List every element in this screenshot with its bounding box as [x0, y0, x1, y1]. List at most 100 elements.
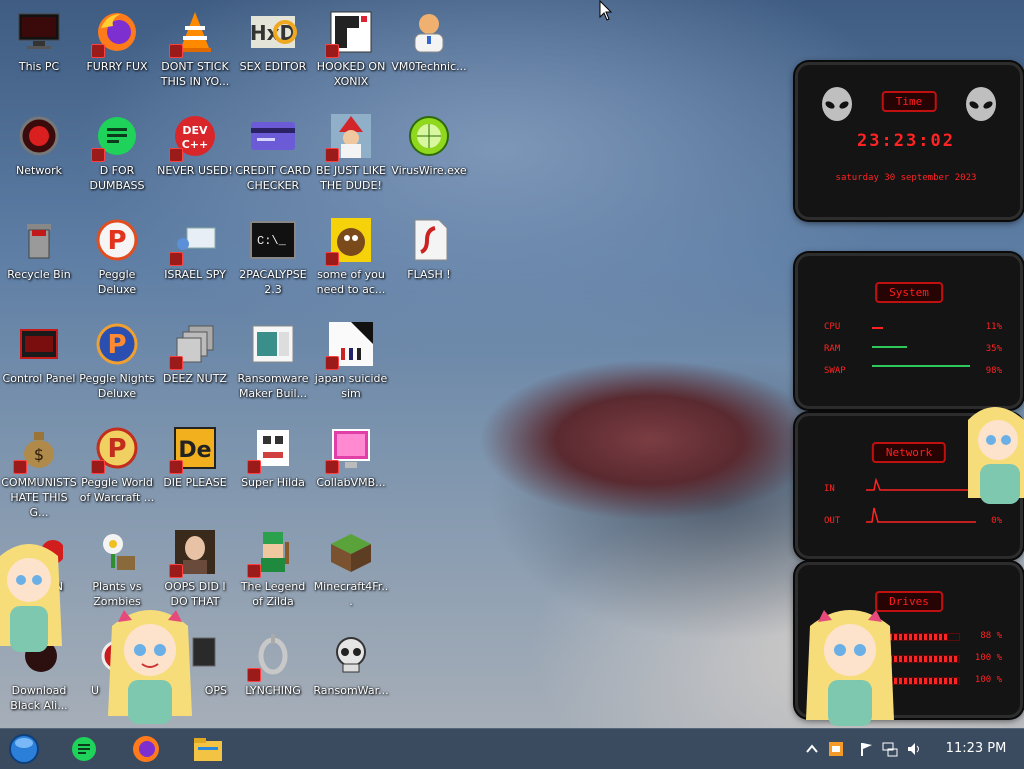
plants-vs-zombies-icon	[93, 528, 141, 576]
desktop-icon-recycle-bin[interactable]: Recycle Bin	[1, 210, 77, 314]
desktop-icon-deez-nutz[interactable]: DEEZ NUTZ	[157, 314, 233, 418]
desktop-icon-credit-card-checker[interactable]: CREDIT CARD CHECKER	[235, 106, 311, 210]
peggle-wow-icon: P	[91, 424, 141, 474]
desktop-icon-be-just-like-the-dude[interactable]: BE JUST LIKE THE DUDE!	[313, 106, 389, 210]
xonix-icon	[325, 8, 375, 58]
taskbar-clock[interactable]: 11:23 PM	[936, 741, 1016, 756]
network-in-label: IN	[824, 484, 835, 494]
shortcut-badge-icon	[325, 148, 339, 162]
show-hidden-icons-chevron-icon[interactable]	[804, 741, 820, 757]
desktop: This PC Network Recycle Bin Control Pane…	[0, 0, 1024, 728]
portrait-icon	[169, 528, 219, 578]
network-globe-icon	[15, 112, 63, 160]
time-date: saturday 30 september 2023	[835, 173, 977, 183]
drive-1-value: 88 %	[980, 631, 1002, 641]
money-bag-icon: $	[13, 424, 63, 474]
shortcut-badge-icon	[91, 44, 105, 58]
desktop-icon-ransomware-maker[interactable]: Ransomware Maker Buil...	[235, 314, 311, 418]
desktop-icon-japan-suicide-sim[interactable]: japan suicide sim	[313, 314, 389, 418]
desktop-icon-peggle-nights[interactable]: P Peggle Nights Deluxe	[79, 314, 155, 418]
desktop-icon-sex-editor[interactable]: HxD SEX EDITOR	[235, 2, 311, 106]
tray-app-icon[interactable]	[828, 741, 844, 757]
desktop-icon-peggle-deluxe[interactable]: P Peggle Deluxe	[79, 210, 155, 314]
time-clock: 23:23:02	[857, 131, 955, 151]
desktop-icon-d-for-dumbass[interactable]: D FOR DUMBASS	[79, 106, 155, 210]
network-status-icon[interactable]	[882, 741, 898, 757]
drive-3-value: 100 %	[974, 675, 1002, 685]
cartoon-character-sticker[interactable]	[104, 600, 196, 728]
svg-text:P: P	[107, 330, 126, 360]
desktop-icon-dont-stick[interactable]: DONT STICK THIS IN YO...	[157, 2, 233, 106]
desktop-icon-hooked-on-xonix[interactable]: HOOKED ON XONIX	[313, 2, 389, 106]
desktop-icon-collabvm[interactable]: CollabVMB...	[313, 418, 389, 522]
desktop-icon-legend-of-zilda[interactable]: The Legend of Zilda	[235, 522, 311, 626]
spy-computer-icon	[169, 216, 219, 266]
ram-value: 35%	[985, 344, 1002, 354]
shortcut-badge-icon	[325, 252, 339, 266]
cartoon-character-sticker[interactable]	[800, 600, 900, 728]
network-out-value: 0%	[991, 516, 1002, 526]
taskbar-firefox-button[interactable]	[128, 733, 164, 765]
ram-label: RAM	[824, 344, 841, 354]
desktop-icon-flash[interactable]: FLASH !	[391, 210, 467, 314]
action-center-flag-icon[interactable]	[858, 741, 874, 757]
desktop-icon-2pacalypse[interactable]: C:\_ 2PACALYPSE 2.3	[235, 210, 311, 314]
svg-text:C:\_: C:\_	[257, 234, 287, 248]
cartoon-character-sticker[interactable]	[0, 536, 64, 666]
minecraft-grass-block-icon	[327, 528, 375, 576]
network-title: Network	[871, 442, 947, 463]
desktop-icon-die-please[interactable]: De DIE PLEASE	[157, 418, 233, 522]
cpu-value: 11%	[985, 322, 1002, 332]
computer-icon	[15, 8, 63, 56]
cpu-label: CPU	[824, 322, 841, 332]
desktop-icon-furry-fux[interactable]: FURRY FUX	[79, 2, 155, 106]
shortcut-badge-icon	[169, 148, 183, 162]
taskbar-file-explorer-button[interactable]	[190, 733, 226, 765]
desktop-icon-communists[interactable]: $ COMMUNISTS HATE THIS G...	[1, 418, 77, 522]
desktop-icon-some-of-you[interactable]: some of you need to ac...	[313, 210, 389, 314]
cartoon-character-sticker[interactable]	[964, 398, 1024, 508]
desktop-icon-ransomwar[interactable]: RansomWar...	[313, 626, 389, 728]
system-gadget[interactable]: System CPU 11% RAM 35% SWAP 98%	[795, 253, 1023, 409]
cartoon-dog-icon	[325, 216, 375, 266]
desktop-icon-this-pc[interactable]: This PC	[1, 2, 77, 106]
desktop-icon-never-used[interactable]: DEV C++ NEVER USED!	[157, 106, 233, 210]
dev-cpp-icon: DEV C++	[169, 112, 219, 162]
vlc-cone-icon	[169, 8, 219, 58]
skull-icon	[327, 632, 375, 680]
shortcut-badge-icon	[169, 460, 183, 474]
taskbar-green-app-button[interactable]	[66, 733, 102, 765]
shortcut-badge-icon	[13, 460, 27, 474]
svg-text:$: $	[34, 445, 44, 464]
volume-icon[interactable]	[906, 741, 922, 757]
desktop-icon-peggle-wow[interactable]: P Peggle World of Warcraft ...	[79, 418, 155, 522]
svg-text:P: P	[107, 226, 126, 256]
time-gadget[interactable]: Time 23:23:02 saturday 30 september 2023	[795, 62, 1023, 220]
desktop-icon-israel-spy[interactable]: ISRAEL SPY	[157, 210, 233, 314]
desktop-icon-minecraft[interactable]: Minecraft4Fr...	[313, 522, 389, 626]
desktop-icon-network[interactable]: Network	[1, 106, 77, 210]
japan-sim-icon	[325, 320, 375, 370]
shortcut-badge-icon	[325, 460, 339, 474]
stacked-windows-icon	[169, 320, 219, 370]
desktop-icon-viruswire[interactable]: VirusWire.exe	[391, 106, 467, 210]
ram-graph-fill	[872, 346, 907, 348]
noose-icon	[247, 632, 297, 682]
desktop-icon-lynching[interactable]: LYNCHING	[235, 626, 311, 728]
taskbar: 11:23 PM	[0, 728, 1024, 769]
alien-head-icon	[822, 87, 852, 121]
desktop-icon-super-hilda[interactable]: Super Hilda	[235, 418, 311, 522]
drive-2-value: 100 %	[974, 653, 1002, 663]
shortcut-badge-icon	[169, 356, 183, 370]
start-orb-button[interactable]	[6, 733, 42, 765]
peggle-nights-icon: P	[93, 320, 141, 368]
alien-head-icon	[966, 87, 996, 121]
desktop-icon-control-panel[interactable]: Control Panel	[1, 314, 77, 418]
system-title: System	[875, 282, 943, 303]
shortcut-badge-icon	[91, 460, 105, 474]
desktop-icon-vm0technic[interactable]: VM0Technic...	[391, 2, 467, 106]
de-logo-icon: De	[169, 424, 219, 474]
cpu-graph-fill	[872, 327, 883, 329]
shortcut-badge-icon	[247, 460, 261, 474]
doctor-avatar-icon	[405, 8, 453, 56]
